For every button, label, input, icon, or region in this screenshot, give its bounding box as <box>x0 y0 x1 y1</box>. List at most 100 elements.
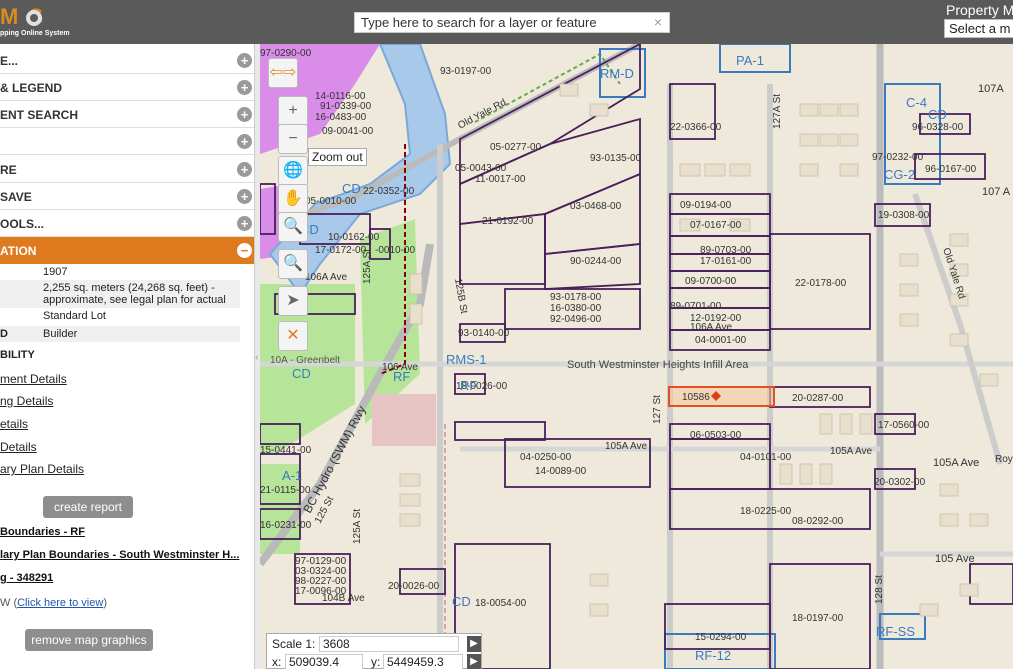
map-label-27: RF <box>393 369 410 384</box>
accordion-item-information[interactable]: ATION − <box>0 237 254 264</box>
map-label-86: 20-0302-00 <box>874 477 926 488</box>
map-label-58: 08-0292-00 <box>792 516 844 527</box>
map-label-76: CG-2 <box>884 167 915 182</box>
info-key: D <box>0 328 8 340</box>
create-report-button[interactable]: create report <box>43 496 133 518</box>
collapse-arrow-icon[interactable]: ‹ <box>255 352 258 363</box>
remove-map-graphics-button[interactable]: remove map graphics <box>25 629 153 651</box>
building-link[interactable]: g - 348291 <box>0 572 53 584</box>
map-label-15: 17-0172-00 <box>315 245 367 256</box>
property-select[interactable]: Select a m <box>944 19 1013 38</box>
map-label-81: 107A <box>978 83 1004 95</box>
expand-icon[interactable]: + <box>237 134 252 149</box>
map-label-79: 96-0167-00 <box>925 164 977 175</box>
map-label-75: CD <box>928 107 947 122</box>
map-label-23: 92-0496-00 <box>550 314 602 325</box>
map-label-49: 22-0178-00 <box>795 278 847 289</box>
expand-icon[interactable]: + <box>237 107 252 122</box>
map-label-71: 21-0115-00 <box>260 485 311 496</box>
accordion-label: ATION <box>0 244 37 258</box>
map-label-9: 05-0043-00 <box>455 163 507 174</box>
details-link[interactable]: etails <box>0 417 28 431</box>
logo-subtitle: pping Online System <box>0 30 70 37</box>
app-header: M S pping Online System Type here to sea… <box>0 0 1013 44</box>
x-coordinate-field[interactable]: 509039.4 <box>285 654 363 669</box>
accordion-label: & LEGEND <box>0 81 63 95</box>
map-label-87: 105 Ave <box>935 553 975 565</box>
zoom-out-button[interactable]: − <box>278 124 308 154</box>
accordion-item-share[interactable]: RE + <box>0 156 254 183</box>
view-suffix: ) <box>103 597 107 609</box>
map-label-36: 04-0250-00 <box>520 452 572 463</box>
map-label-10: 11-0017-00 <box>475 174 526 185</box>
details-link-2[interactable]: Details <box>0 440 37 454</box>
zoning-boundaries-link[interactable]: Boundaries - RF <box>0 526 85 538</box>
cosmos-logo[interactable]: M S pping Online System <box>0 4 80 40</box>
map-label-5: 09-0041-00 <box>322 126 374 137</box>
plan-boundaries-link[interactable]: lary Plan Boundaries - South Westminster… <box>0 549 239 561</box>
map-label-12: 21-0192-00 <box>482 216 534 227</box>
accordion-label: OOLS... <box>0 217 45 231</box>
expand-icon[interactable]: + <box>237 80 252 95</box>
accordion-label: RE <box>0 163 17 177</box>
layer-search-input[interactable]: Type here to search for a layer or featu… <box>354 12 670 33</box>
y-coordinate-field[interactable]: 5449459.3 <box>383 654 463 669</box>
accordion-item-tools[interactable]: OOLS... + <box>0 210 254 237</box>
expand-icon[interactable]: + <box>237 189 252 204</box>
map-label-47: 106A Ave <box>690 322 733 333</box>
coord-go-icon[interactable]: ▶ <box>467 654 481 669</box>
property-label: Property M <box>946 2 1013 18</box>
map-label-11: 03-0468-00 <box>570 201 622 212</box>
map-label-78: 97-0232-00 <box>872 152 924 163</box>
scale-input[interactable]: 3608 <box>319 636 459 652</box>
clear-search-icon[interactable]: × <box>651 14 665 30</box>
map-label-89: 128 St <box>874 575 885 604</box>
accordion-item-search[interactable]: ENT SEARCH + <box>0 101 254 128</box>
accordion-label: SAVE <box>0 190 32 204</box>
scale-go-icon[interactable]: ▶ <box>467 636 481 652</box>
expand-icon[interactable]: + <box>237 53 252 68</box>
info-value: 1907 <box>43 266 68 278</box>
locate-icon[interactable]: ➤ <box>278 286 308 316</box>
expand-icon[interactable]: + <box>237 162 252 177</box>
plan-details-link[interactable]: ary Plan Details <box>0 462 84 476</box>
click-here-view-link[interactable]: Click here to view <box>17 597 103 609</box>
map-label-53: 20-0287-00 <box>792 393 844 404</box>
collapse-icon[interactable]: − <box>237 243 252 258</box>
expand-icon[interactable]: + <box>237 216 252 231</box>
hand-pan-icon[interactable]: ✋ <box>278 184 308 214</box>
globe-icon[interactable]: 🌐 <box>278 156 308 186</box>
x-label: x: <box>272 655 282 669</box>
map-label-56: 105A Ave <box>830 446 873 457</box>
info-value: 2,255 sq. meters (24,268 sq. feet) - app… <box>43 282 226 306</box>
map-label-95: 10586 <box>682 392 710 403</box>
accordion-item-save[interactable]: SAVE + <box>0 183 254 210</box>
map-label-51: PA-1 <box>736 53 764 68</box>
map-label-57: 18-0225-00 <box>740 506 792 517</box>
map-label-38: 127 St <box>652 395 663 424</box>
accordion-item-legend[interactable]: & LEGEND + <box>0 74 254 101</box>
map-canvas[interactable]: 93-0197-00 97-0290-00 14-0116-00 91-0339… <box>260 44 1013 669</box>
map-label-7: 05-0277-00 <box>490 142 542 153</box>
pan-arrows-icon[interactable]: ⇦⇨ <box>268 58 298 88</box>
map-label-17: 106A Ave <box>305 272 348 283</box>
info-row-owner: D Builder <box>0 326 240 342</box>
map-label-42: 89-0703-00 <box>700 245 752 256</box>
zoom-in-button[interactable]: + <box>278 96 308 126</box>
map-view[interactable]: 93-0197-00 97-0290-00 14-0116-00 91-0339… <box>260 44 1013 669</box>
zoom-box-icon[interactable]: 🔍 <box>278 212 308 242</box>
accordion-item-0[interactable]: E... + <box>0 47 254 74</box>
map-label-91: CD <box>342 181 361 196</box>
info-value: Standard Lot <box>43 310 106 322</box>
clear-graphics-icon[interactable]: ✕ <box>278 321 308 351</box>
search-icon[interactable]: 🔍 <box>278 249 308 279</box>
accordion-label: ENT SEARCH <box>0 108 79 122</box>
map-label-8: 93-0135-00 <box>590 153 642 164</box>
map-label-60: 18-0054-00 <box>475 598 527 609</box>
zoning-details-link[interactable]: ng Details <box>0 394 53 408</box>
development-details-link[interactable]: ment Details <box>0 372 67 386</box>
map-label-69: 17-0096-00 <box>295 586 347 597</box>
map-label-24: 93-0140-00 <box>458 328 510 339</box>
map-label-35: 105A Ave <box>605 441 648 452</box>
accordion-item-3[interactable]: + <box>0 128 254 155</box>
